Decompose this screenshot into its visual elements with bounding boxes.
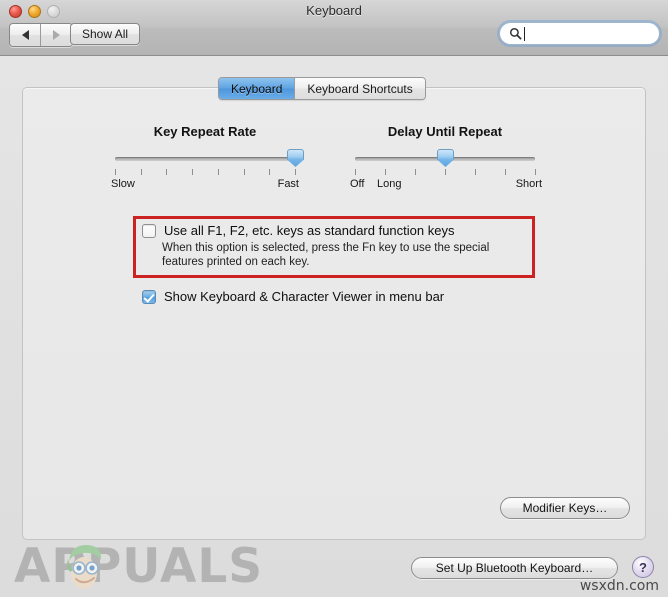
- function-keys-label: Use all F1, F2, etc. keys as standard fu…: [164, 223, 455, 238]
- key-repeat-rate-title: Key Repeat Rate: [153, 124, 257, 139]
- key-repeat-rate-labels: Slow Fast: [111, 178, 299, 192]
- modifier-keys-button[interactable]: Modifier Keys…: [500, 497, 630, 519]
- tab-keyboard[interactable]: Keyboard: [219, 78, 295, 99]
- key-repeat-rate-slider[interactable]: [115, 149, 304, 167]
- appuals-mascot-icon: [67, 545, 102, 589]
- function-keys-option-row[interactable]: Use all F1, F2, etc. keys as standard fu…: [142, 223, 454, 238]
- function-keys-checkbox[interactable]: [142, 224, 156, 238]
- search-text-cursor: [524, 27, 525, 41]
- key-repeat-slow-label: Slow: [111, 178, 135, 190]
- triangle-left-icon: [21, 30, 29, 40]
- key-repeat-rate-ticks: [115, 169, 296, 177]
- keyboard-preferences-window: Keyboard Show All Keyboard Keyboard Shor…: [0, 0, 668, 597]
- search-input[interactable]: [526, 26, 651, 41]
- slider-track: [115, 157, 295, 161]
- function-keys-description: When this option is selected, press the …: [162, 242, 490, 268]
- navigation-segmented-control: [9, 23, 73, 47]
- window-titlebar: Keyboard Show All: [0, 0, 668, 56]
- delay-until-repeat-thumb[interactable]: [437, 149, 454, 167]
- key-repeat-fast-label: Fast: [277, 178, 299, 190]
- back-button[interactable]: [10, 24, 41, 46]
- window-title: Keyboard: [306, 3, 362, 18]
- tab-keyboard-shortcuts[interactable]: Keyboard Shortcuts: [294, 78, 425, 99]
- delay-until-repeat-title: Delay Until Repeat: [387, 124, 503, 139]
- key-repeat-rate-thumb[interactable]: [287, 149, 304, 167]
- setup-bluetooth-keyboard-button[interactable]: Set Up Bluetooth Keyboard…: [411, 557, 618, 579]
- key-repeat-rate-group: Key Repeat Rate Slow Fast: [111, 124, 304, 192]
- help-button[interactable]: ?: [632, 556, 654, 578]
- delay-until-repeat-ticks: [355, 169, 536, 177]
- triangle-right-icon: [53, 30, 60, 40]
- delay-long-label: Long: [377, 178, 402, 190]
- appuals-watermark-text: APPUALS: [14, 539, 264, 594]
- wsxdn-watermark: wsxdn.com: [579, 578, 659, 594]
- delay-until-repeat-group: Delay Until Repeat Off Long Short: [350, 124, 542, 192]
- show-viewer-label: Show Keyboard & Character Viewer in menu…: [164, 289, 445, 304]
- show-viewer-checkbox[interactable]: [142, 290, 156, 304]
- show-all-button[interactable]: Show All: [70, 23, 141, 45]
- appuals-watermark: APPUALS: [14, 543, 263, 590]
- preference-tabs: Keyboard Keyboard Shortcuts: [218, 77, 426, 100]
- delay-until-repeat-labels: Off Long Short: [350, 178, 542, 192]
- delay-until-repeat-slider[interactable]: [355, 149, 535, 167]
- delay-short-label: Short: [515, 178, 542, 190]
- keyboard-settings-panel: Key Repeat Rate Slow Fast Delay Until Re…: [22, 87, 646, 540]
- delay-off-label: Off: [350, 178, 365, 190]
- forward-button[interactable]: [41, 24, 72, 46]
- show-viewer-option-row[interactable]: Show Keyboard & Character Viewer in menu…: [142, 289, 444, 304]
- search-icon: [500, 27, 526, 40]
- search-field[interactable]: [499, 22, 660, 45]
